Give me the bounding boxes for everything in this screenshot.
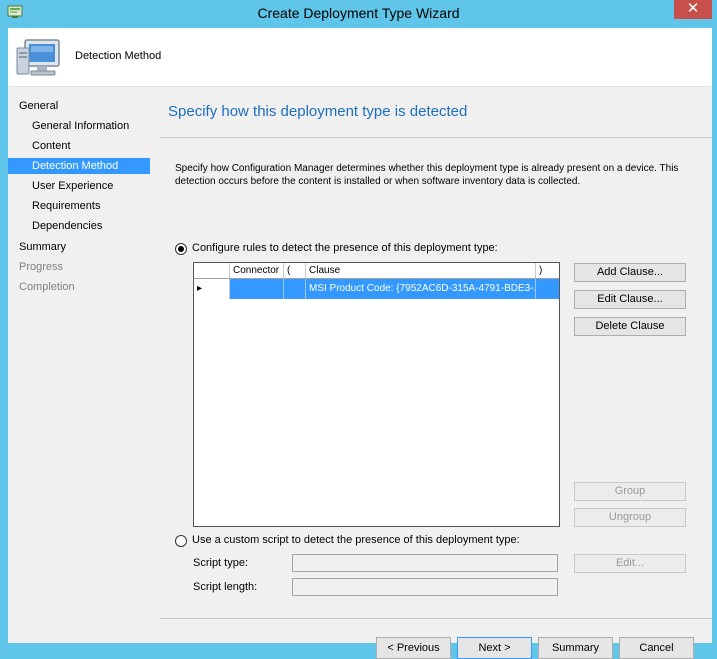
row-close-paren-cell[interactable] (536, 279, 559, 299)
nav-item-content[interactable]: Content (8, 138, 150, 154)
row-open-paren-cell[interactable] (284, 279, 306, 299)
nav-item-general-information[interactable]: General Information (8, 118, 150, 134)
header-title: Detection Method (75, 50, 162, 62)
nav-item-summary[interactable]: Summary (8, 239, 150, 255)
page-title: Specify how this deployment type is dete… (168, 103, 468, 120)
computer-icon (16, 39, 60, 76)
summary-button[interactable]: Summary (538, 637, 613, 659)
next-button[interactable]: Next > (457, 637, 532, 659)
window-title: Create Deployment Type Wizard (257, 5, 460, 21)
footer-divider (160, 618, 712, 619)
nav-item-requirements[interactable]: Requirements (8, 198, 150, 214)
nav-item-user-experience[interactable]: User Experience (8, 178, 150, 194)
nav-item-dependencies[interactable]: Dependencies (8, 218, 150, 234)
grid-column-close-paren[interactable]: ) (536, 263, 559, 278)
previous-button[interactable]: < Previous (376, 637, 451, 659)
wizard-client-area: Detection Method General General Informa… (8, 28, 712, 659)
script-type-label: Script type: (193, 557, 249, 569)
grid-column-connector[interactable]: Connector (230, 263, 284, 278)
row-clause-cell[interactable]: MSI Product Code: {7952AC6D-315A-4791-BD… (306, 279, 536, 299)
ungroup-button[interactable]: Ungroup (574, 508, 686, 527)
configure-rules-radio[interactable] (175, 243, 187, 255)
nav-item-progress: Progress (19, 261, 64, 273)
nav-item-detection-method[interactable]: Detection Method (8, 158, 150, 174)
script-length-label: Script length: (193, 581, 258, 593)
grid-column-indicator (194, 263, 230, 278)
script-type-field[interactable] (292, 554, 558, 572)
close-button[interactable]: ✕ (674, 0, 712, 19)
row-indicator-icon: ▸ (194, 279, 230, 299)
wizard-nav: General General Information Content Dete… (8, 87, 150, 643)
grid-column-open-paren[interactable]: ( (284, 263, 306, 278)
edit-script-button[interactable]: Edit... (574, 554, 686, 573)
custom-script-radio[interactable] (175, 535, 187, 547)
row-connector-cell[interactable] (230, 279, 284, 299)
wizard-window: Create Deployment Type Wizard ✕ Detectio… (0, 0, 717, 659)
cancel-button[interactable]: Cancel (619, 637, 694, 659)
grid-header: Connector ( Clause ) (194, 263, 559, 279)
nav-item-general[interactable]: General (8, 98, 150, 114)
configure-rules-label[interactable]: Configure rules to detect the presence o… (192, 242, 498, 254)
add-clause-button[interactable]: Add Clause... (574, 263, 686, 282)
page-description: Specify how Configuration Manager determ… (175, 163, 679, 187)
custom-script-label[interactable]: Use a custom script to detect the presen… (192, 534, 520, 546)
group-button[interactable]: Group (574, 482, 686, 501)
title-bar[interactable]: Create Deployment Type Wizard ✕ (0, 0, 717, 28)
table-row[interactable]: ▸ MSI Product Code: {7952AC6D-315A-4791-… (194, 279, 559, 299)
grid-column-clause[interactable]: Clause (306, 263, 536, 278)
nav-item-completion: Completion (19, 281, 75, 293)
title-divider (160, 137, 712, 138)
detection-clauses-grid[interactable]: Connector ( Clause ) ▸ MSI Product Code:… (193, 262, 560, 527)
wizard-content: Specify how this deployment type is dete… (150, 87, 712, 659)
edit-clause-button[interactable]: Edit Clause... (574, 290, 686, 309)
wizard-header: Detection Method (8, 28, 712, 87)
script-length-field[interactable] (292, 578, 558, 596)
delete-clause-button[interactable]: Delete Clause (574, 317, 686, 336)
